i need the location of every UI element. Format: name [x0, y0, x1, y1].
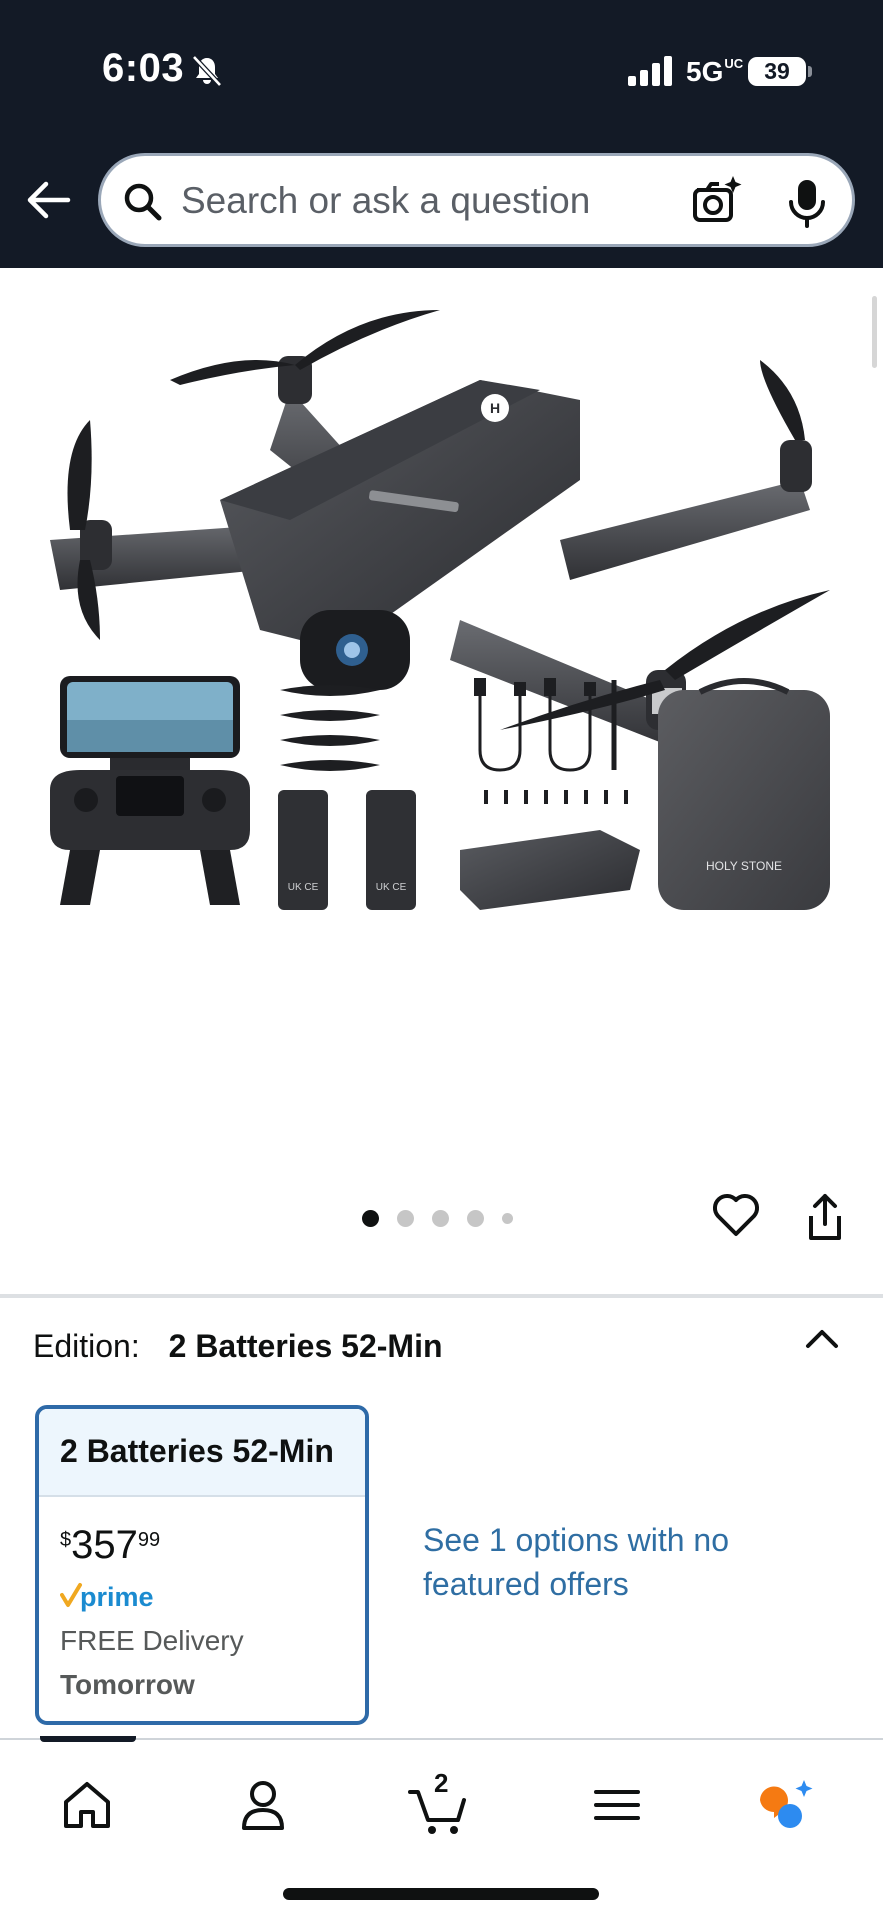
cart-count: 2	[434, 1768, 449, 1798]
active-tab-indicator	[40, 1736, 136, 1742]
search-icon	[124, 183, 162, 221]
signal-icon	[628, 56, 672, 86]
home-icon[interactable]	[52, 1770, 122, 1840]
app-header: 6:03 5GUC 39	[0, 0, 883, 268]
chevron-up-icon[interactable]	[800, 1322, 844, 1356]
carousel-dot[interactable]	[362, 1209, 379, 1227]
price-whole: 357	[71, 1523, 138, 1567]
svg-text:UK CE: UK CE	[288, 882, 319, 893]
image-scroll-thumb	[872, 296, 877, 368]
option-card-header: 2 Batteries 52-Min	[39, 1409, 365, 1497]
search-input[interactable]	[181, 178, 651, 224]
option-price: $35799	[60, 1523, 160, 1568]
bell-muted-icon	[192, 55, 222, 87]
prime-label: prime	[80, 1582, 154, 1612]
delivery-text: FREE Delivery	[60, 1625, 244, 1656]
status-bar: 6:03 5GUC 39	[0, 0, 883, 140]
carousel-dots[interactable]	[362, 1208, 513, 1228]
status-time: 6:03	[102, 46, 185, 90]
network-type: 5GUC	[686, 56, 744, 87]
home-indicator[interactable]	[283, 1888, 599, 1900]
option-title: 2 Batteries 52-Min	[60, 1433, 334, 1469]
edition-row: Edition: 2 Batteries 52-Min	[33, 1328, 443, 1365]
case-brand-mark: HOLY STONE	[706, 859, 782, 873]
edition-option-card[interactable]: 2 Batteries 52-Min $35799 prime FREE Del…	[35, 1405, 369, 1725]
see-options-link[interactable]: See 1 options with no featured offers	[423, 1518, 743, 1606]
share-icon[interactable]	[803, 1192, 847, 1242]
carousel-dot[interactable]	[467, 1209, 484, 1227]
search-bar[interactable]	[98, 153, 855, 247]
battery-nub	[808, 66, 812, 77]
carousel-dot[interactable]	[432, 1209, 449, 1227]
price-fraction: 99	[137, 1529, 161, 1551]
camera-search-icon[interactable]	[689, 174, 743, 228]
back-arrow-icon[interactable]	[24, 176, 72, 224]
price-symbol: $	[60, 1529, 72, 1551]
edition-value: 2 Batteries 52-Min	[168, 1328, 443, 1364]
heart-icon[interactable]	[712, 1192, 760, 1238]
delivery-day: Tomorrow	[60, 1669, 195, 1700]
svg-text:UK CE: UK CE	[376, 882, 407, 893]
carousel-dot[interactable]	[397, 1209, 414, 1227]
prime-badge: prime	[60, 1582, 154, 1612]
svg-text:H: H	[490, 400, 500, 416]
carousel-dot[interactable]	[502, 1212, 513, 1224]
edition-label: Edition:	[33, 1328, 140, 1364]
rufus-assistant-icon[interactable]	[752, 1770, 822, 1840]
product-image[interactable]: H UK CE UK CE HOLY STONE	[40, 290, 840, 1120]
menu-icon[interactable]	[582, 1770, 652, 1840]
microphone-icon[interactable]	[785, 176, 829, 230]
cart-button[interactable]: 2	[404, 1768, 474, 1840]
battery-level: 39	[748, 57, 806, 86]
section-divider	[0, 1294, 883, 1298]
account-icon[interactable]	[228, 1770, 298, 1840]
